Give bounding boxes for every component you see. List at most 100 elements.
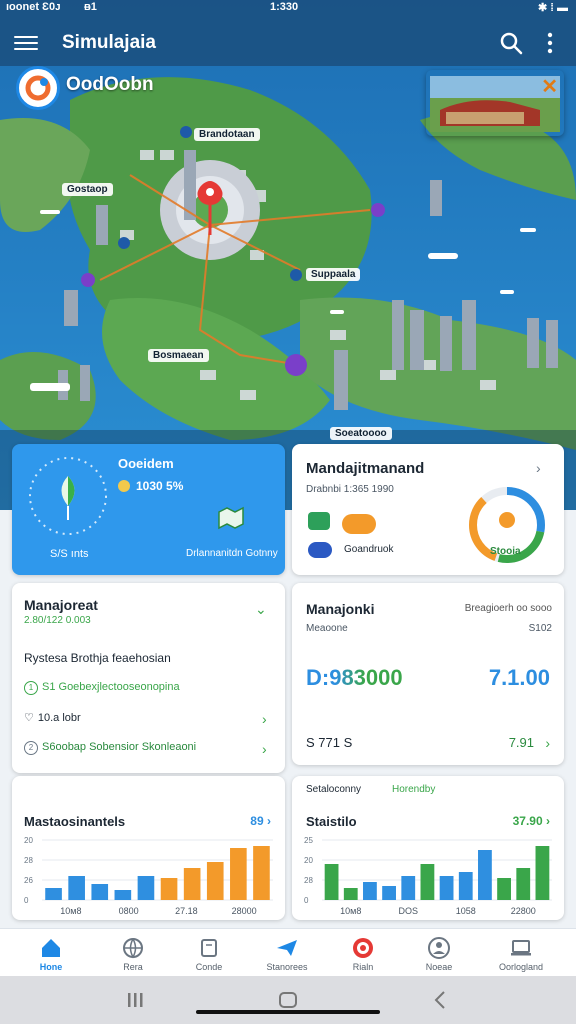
management-summary-title: Mandajitmanand (306, 460, 425, 477)
management-list-title: Manajoreat (24, 597, 98, 613)
nav-label: Rera (123, 962, 143, 972)
chevron-right-icon[interactable]: › (545, 735, 550, 751)
stats-right-value[interactable]: 37.90 › (513, 814, 550, 828)
list-item-text: S6oobap Sobensior Skonleaoni (42, 741, 197, 753)
chart-bar[interactable] (343, 888, 358, 900)
chart-bar[interactable] (114, 890, 132, 900)
status-pill-icon (342, 514, 376, 534)
compass-dial (29, 457, 107, 535)
chart-bar[interactable] (516, 868, 531, 900)
chart-bar[interactable] (183, 868, 201, 900)
chart-bar[interactable] (497, 878, 511, 900)
x-tick-label: DOS (398, 906, 418, 916)
chart-bar[interactable] (458, 872, 473, 900)
management-summary-card[interactable]: Mandajitmanand › Drabnbi 1:365 1990 Goan… (292, 444, 564, 575)
status-time: 1:330 (270, 1, 299, 13)
camera-preview[interactable]: ✕ (426, 70, 564, 136)
management-list-heading: Rystesa Brothja feaehosian (24, 651, 171, 665)
nav-label: Stanorees (266, 962, 308, 972)
chart-bar[interactable] (420, 864, 435, 900)
x-tick-label: 10ᴍ8 (340, 906, 361, 916)
metric-foot-right: 7.91 (508, 735, 534, 750)
nav-label: Rialn (352, 962, 374, 972)
nav-item-noeae[interactable]: Noeae (398, 929, 480, 977)
system-navigation-bar (0, 976, 576, 1024)
back-icon[interactable] (434, 991, 445, 1009)
search-icon[interactable] (498, 30, 524, 56)
chevron-down-icon[interactable]: ⌄ (255, 601, 267, 618)
metric-foot-left: S 771 S (306, 735, 353, 750)
recent-apps-icon[interactable] (128, 993, 143, 1007)
nav-item-stanorees[interactable]: Stanorees (246, 929, 328, 977)
weather-bottom-right: Drlannanitdn Gotnny (186, 548, 278, 559)
chevron-right-icon[interactable]: › (262, 741, 267, 757)
map-label-3[interactable]: Suppaala (306, 268, 361, 281)
chart-bar[interactable] (324, 864, 339, 900)
chart-bar[interactable] (382, 886, 396, 900)
home-system-icon[interactable] (279, 992, 297, 1008)
gesture-handle[interactable] (196, 1010, 380, 1014)
status-icons: ✱ ⁞ ▬ (538, 2, 568, 14)
status-carrier: ıoonet Ɛ0ᴊ (6, 1, 61, 13)
nav-item-hone[interactable]: Hone (10, 929, 92, 977)
chart-bar[interactable] (160, 878, 178, 900)
x-tick-label: 22800 (511, 906, 536, 916)
chart-bar[interactable] (363, 882, 377, 900)
list-item-text: S1 Goebexjlectooseonopina (42, 681, 180, 693)
heart-icon: ♡ (24, 712, 34, 724)
chart-bar[interactable] (91, 884, 109, 900)
close-preview-icon[interactable]: ✕ (541, 74, 558, 99)
list-item[interactable]: ♡ 10.a lobr (24, 711, 81, 724)
weather-card[interactable]: Ooeidem 1030 5% S/S ınts Drlannanitdn Go… (12, 444, 285, 575)
chart-bar[interactable] (68, 876, 85, 900)
management-summary-subtitle: Drabnbi 1:365 1990 (306, 484, 394, 495)
plane-icon (277, 940, 297, 956)
person-icon (428, 937, 450, 959)
stats-card-left[interactable]: Mastaosinantels 89 › 20 28 26 0 10ᴍ8 0800 27.1… (12, 776, 285, 920)
y-tick-label: 0 (24, 896, 29, 905)
app-bar: Simulajaia (0, 22, 576, 64)
chevron-right-icon[interactable]: › (262, 711, 267, 727)
chart-bar[interactable] (478, 850, 492, 900)
list-item-icon: 2 (24, 741, 38, 755)
chart-bar[interactable] (439, 876, 454, 900)
map-label-5[interactable]: Soeatoooo (330, 427, 392, 440)
stats-card-right[interactable]: Setaloconny Horendby Staistilo 37.90 › 2… (292, 776, 564, 920)
nav-item-oorlogland[interactable]: Oorlogland (480, 929, 562, 977)
nav-item-rialn[interactable]: Rialn (322, 929, 404, 977)
map-label-1[interactable]: Brandotaan (194, 128, 260, 141)
chart-bar[interactable] (401, 876, 416, 900)
nav-item-conde[interactable]: Conde (168, 929, 250, 977)
management-metrics-right-title: Breagioerh oo sooo (464, 603, 552, 614)
management-list-subtitle: 2.80/122 0.003 (24, 615, 91, 626)
chart-bar[interactable] (45, 888, 62, 900)
map-label-4[interactable]: Bosmaean (148, 349, 209, 362)
management-list-card[interactable]: Manajoreat ⌄ 2.80/122 0.003 Rystesa Brot… (12, 583, 285, 773)
stats-left-value[interactable]: 89 › (250, 814, 271, 828)
bottom-navigation: Hone Rera Conde Stanorees Rialn Noeae Oorlogla… (0, 928, 576, 976)
chevron-right-icon[interactable]: › (536, 460, 541, 476)
chart-bar[interactable] (206, 862, 224, 900)
chart-bar[interactable] (535, 846, 550, 900)
menu-icon[interactable] (14, 32, 38, 52)
chart-bar[interactable] (253, 846, 270, 900)
x-tick-label: 28000 (232, 906, 257, 916)
nav-item-rera[interactable]: Rera (92, 929, 174, 977)
metric-big-right: 7.1.00 (488, 665, 550, 690)
status-bar: ıoonet Ɛ0ᴊ ᴃ1 1:330 ✱ ⁞ ▬ (0, 0, 576, 16)
y-tick-label: 26 (24, 876, 33, 885)
stats-right-title: Staistilo (306, 814, 357, 829)
weather-bottom-left: S/S ınts (50, 548, 89, 560)
chart-bar[interactable] (137, 876, 155, 900)
list-item[interactable]: 1 S1 Goebexjlectooseonopina (24, 681, 180, 695)
more-options-icon[interactable] (538, 30, 562, 56)
device-icon (308, 512, 330, 530)
list-item[interactable]: 2 S6oobap Sobensior Skonleaoni (24, 741, 196, 755)
management-metrics-card[interactable]: Manajonki Breagioerh oo sooo Meaoone S10… (292, 583, 564, 765)
laptop-icon (511, 940, 531, 956)
management-metrics-title: Manajonki (306, 601, 375, 617)
chart-bar[interactable] (230, 848, 247, 900)
map-label-2[interactable]: Gostaop (62, 183, 113, 196)
nav-label: Noeae (425, 962, 453, 972)
ring-label: Stooia (490, 546, 521, 557)
